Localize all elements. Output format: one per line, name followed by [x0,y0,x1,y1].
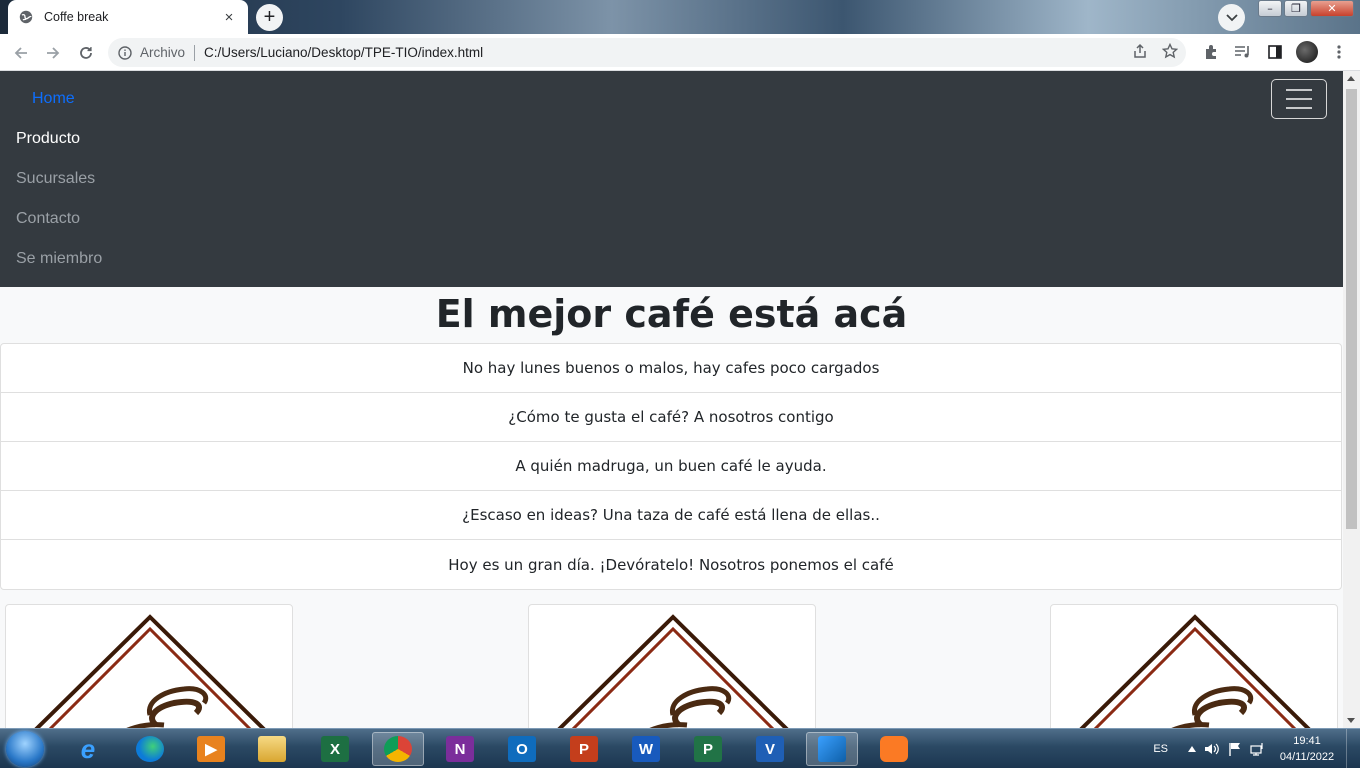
taskbar-clock[interactable]: 19:41 04/11/2022 [1272,733,1342,765]
scroll-up-icon[interactable] [1347,76,1355,81]
restore-button[interactable]: ❐ [1284,0,1308,17]
show-hidden-icons-icon[interactable] [1188,746,1196,752]
hamburger-icon-bar [1286,98,1312,100]
navbar-toggler-button[interactable] [1271,79,1327,119]
language-indicator[interactable]: ES [1153,743,1168,755]
project-icon: P [694,736,722,762]
reload-button[interactable] [73,40,99,66]
visio-icon: V [756,736,784,762]
taskbar-app-button[interactable] [246,732,298,766]
list-item: ¿Escaso en ideas? Una taza de café está … [1,491,1341,540]
volume-icon[interactable] [1204,742,1220,756]
product-card [1050,604,1338,728]
tab-search-button[interactable] [1218,4,1245,31]
globe-icon [18,9,34,25]
excel-icon: X [321,736,349,762]
tab-close-icon[interactable]: × [220,9,238,26]
bookmark-star-icon[interactable] [1162,43,1178,59]
powerpoint-icon: P [570,736,598,762]
clock-date: 04/11/2022 [1279,751,1335,763]
page-viewport: Home Producto Sucursales Contacto Se mie… [0,71,1343,728]
nav-link-home[interactable]: Home [32,90,75,108]
tab-title: Coffe break [44,10,109,24]
product-card [528,604,816,728]
vscode-icon [818,736,846,762]
nav-link-contacto[interactable]: Contacto [16,210,80,228]
forward-button[interactable] [40,40,66,66]
taskbar-app-button[interactable]: P [682,732,734,766]
taskbar-app-button[interactable]: P [558,732,610,766]
share-icon[interactable] [1132,43,1148,59]
outlook-icon: O [508,736,536,762]
word-icon: W [632,736,660,762]
nav-link-sucursales[interactable]: Sucursales [16,170,95,188]
page-title: El mejor café está acá [435,292,908,336]
file-explorer-icon [258,736,286,762]
show-desktop-button[interactable] [1346,729,1360,768]
omnibox-divider [194,44,196,61]
quotes-list: No hay lunes buenos o malos, hay cafes p… [0,343,1342,590]
profile-avatar[interactable] [1296,40,1318,64]
edge-icon [136,736,164,762]
coffee-logo-icon [1079,614,1311,728]
taskbar-app-button[interactable]: N [434,732,486,766]
hamburger-icon-bar [1286,89,1312,91]
onenote-icon: N [446,736,474,762]
window-controls: – ❐ ✕ [1258,0,1354,17]
list-item: ¿Cómo te gusta el café? A nosotros conti… [1,393,1341,442]
taskbar: e ▶ X N O P W P V ES 19:41 04/11/2022 [0,728,1360,768]
info-icon [118,45,132,60]
address-bar[interactable]: Archivo C:/Users/Luciano/Desktop/TPE-TIO… [108,38,1186,67]
taskbar-app-button[interactable] [806,732,858,766]
taskbar-app-button[interactable] [868,732,920,766]
hamburger-icon-bar [1286,107,1312,109]
arrow-left-icon [14,47,27,59]
taskbar-app-button[interactable] [372,732,424,766]
list-item: Hoy es un gran día. ¡Devóratelo! Nosotro… [448,555,894,574]
scrollbar-thumb[interactable] [1346,89,1357,529]
coffee-logo-icon [557,614,789,728]
product-card [5,604,293,728]
close-window-button[interactable]: ✕ [1310,0,1354,17]
extensions-icon[interactable] [1200,40,1222,64]
scroll-down-icon[interactable] [1347,718,1355,723]
start-button[interactable] [6,731,44,767]
list-item: No hay lunes buenos o malos, hay cafes p… [1,344,1341,393]
taskbar-app-button[interactable]: V [744,732,796,766]
menu-kebab-icon[interactable] [1328,40,1350,64]
chrome-icon [384,736,412,762]
site-navbar: Home Producto Sucursales Contacto Se mie… [0,71,1343,287]
network-icon[interactable] [1250,742,1266,756]
reload-icon [80,47,92,59]
media-player-icon: ▶ [197,736,225,762]
nav-link-producto[interactable]: Producto [16,130,80,148]
system-tray: ES 19:41 04/11/2022 [1153,729,1360,768]
taskbar-app-button[interactable]: e [62,732,114,766]
page-scrollbar[interactable] [1343,71,1360,728]
back-button[interactable] [8,40,34,66]
media-control-icon[interactable] [1232,40,1254,64]
taskbar-app-button[interactable]: ▶ [185,732,237,766]
clock-time: 19:41 [1293,735,1321,747]
taskbar-app-button[interactable]: X [309,732,361,766]
taskbar-app-button[interactable]: O [496,732,548,766]
taskbar-app-button[interactable] [124,732,176,766]
xampp-icon [880,736,908,762]
internet-explorer-icon: e [80,733,96,764]
coffee-logo-icon [34,614,266,728]
side-panel-icon[interactable] [1264,40,1286,64]
arrow-right-icon [47,47,60,59]
nav-link-se-miembro[interactable]: Se miembro [16,250,102,268]
site-info-label[interactable]: Archivo [140,45,185,60]
taskbar-app-button[interactable]: W [620,732,672,766]
chevron-down-icon [1225,13,1238,21]
browser-toolbar: Archivo C:/Users/Luciano/Desktop/TPE-TIO… [0,34,1360,71]
list-item: A quién madruga, un buen café le ayuda. [1,442,1341,491]
url-text[interactable]: C:/Users/Luciano/Desktop/TPE-TIO/index.h… [204,45,483,60]
tab-strip: Coffe break × + – ❐ ✕ [0,0,1360,34]
new-tab-button[interactable]: + [256,4,283,31]
minimize-button[interactable]: – [1258,0,1282,17]
browser-tab[interactable]: Coffe break × [8,0,248,34]
action-center-flag-icon[interactable] [1228,742,1242,756]
